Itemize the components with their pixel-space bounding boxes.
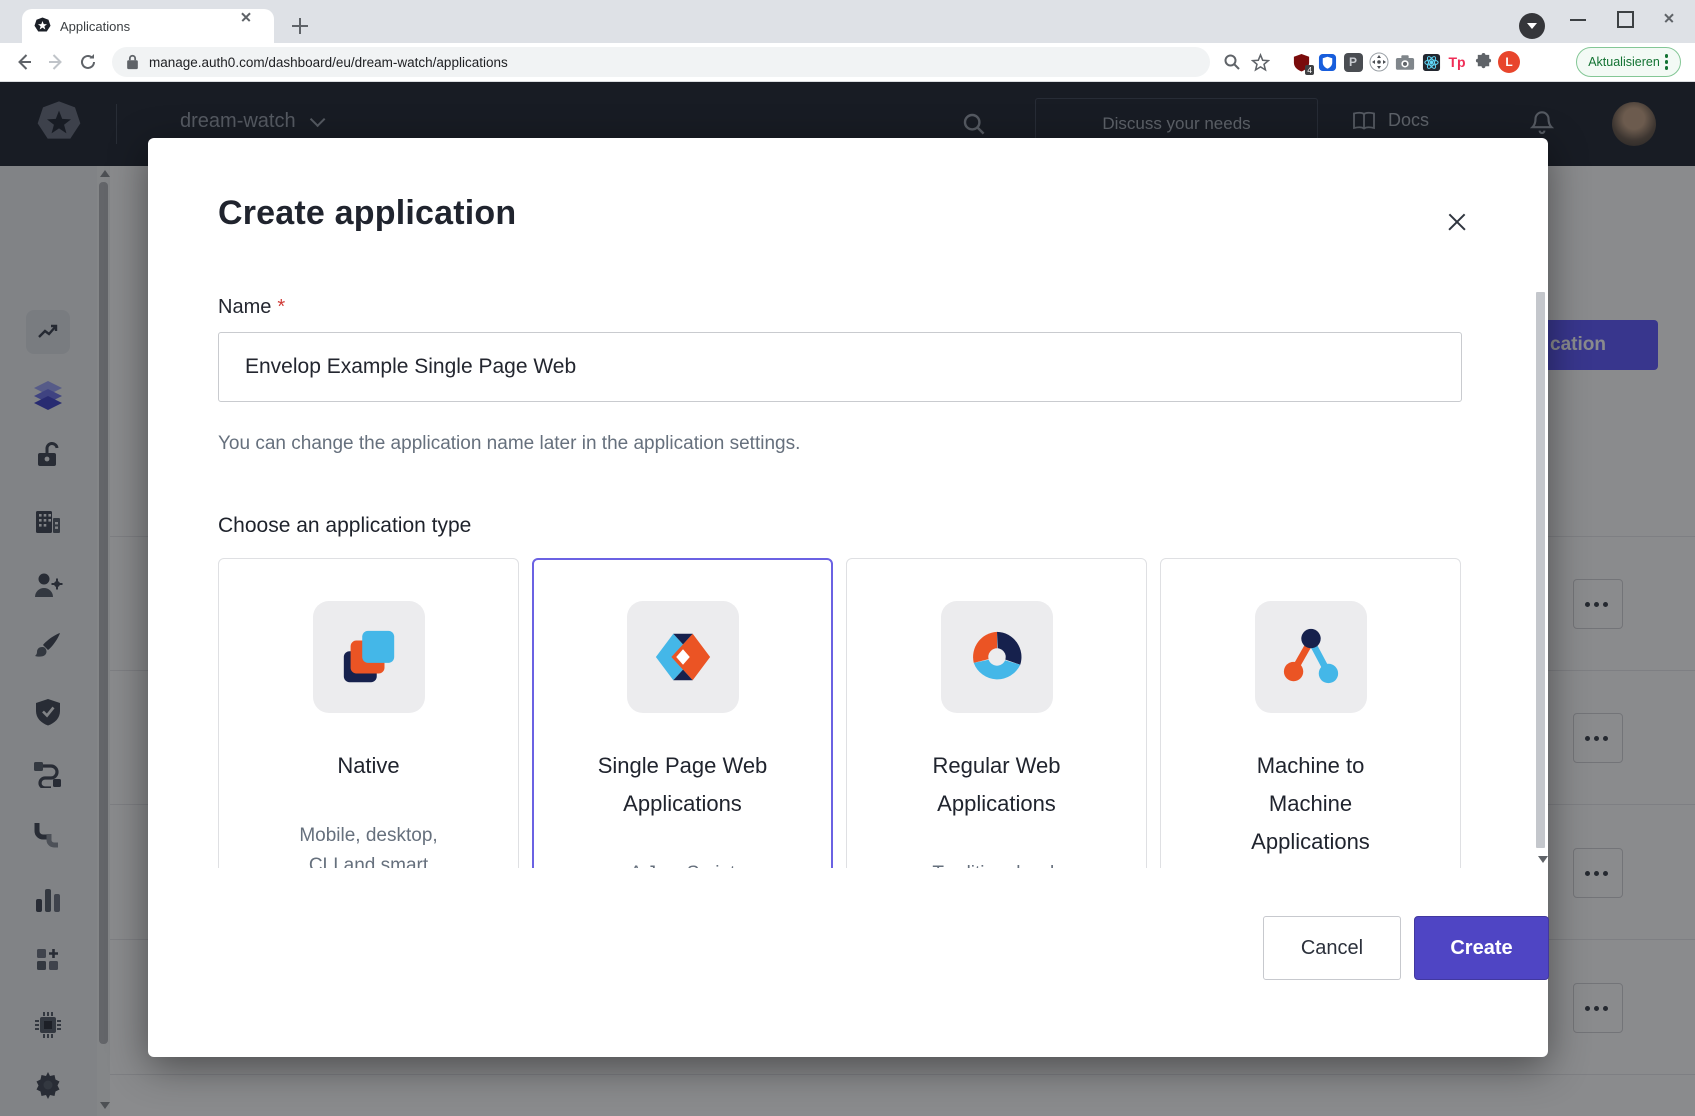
m2m-nodes-icon <box>1280 626 1342 688</box>
p-extension-icon[interactable]: P <box>1340 48 1366 76</box>
window-minimize-button[interactable] <box>1564 4 1594 30</box>
auth0-favicon-icon <box>34 17 51 35</box>
browser-profile-avatar[interactable]: L <box>1496 48 1522 76</box>
modal-scrollbar-thumb[interactable] <box>1536 292 1545 848</box>
application-type-heading: Choose an application type <box>218 514 471 538</box>
tp-extension-icon[interactable]: Tp <box>1444 48 1470 76</box>
extensions-puzzle-icon[interactable] <box>1470 48 1496 76</box>
zoom-indicator-icon[interactable] <box>1218 48 1246 76</box>
native-stack-icon <box>338 626 400 688</box>
window-close-button[interactable] <box>1655 4 1685 30</box>
card-title: Machine to Machine Applications <box>1161 747 1460 861</box>
create-application-modal: Create application Name* You can change … <box>148 138 1548 1057</box>
regular-web-tile <box>941 601 1053 713</box>
ublock-badge: 4 <box>1305 65 1314 75</box>
camera-extension-icon[interactable] <box>1392 48 1418 76</box>
tab-title: Applications <box>60 19 246 34</box>
cancel-button[interactable]: Cancel <box>1263 916 1401 980</box>
app-type-card-machine-to-machine[interactable]: Machine to Machine Applications <box>1160 558 1461 868</box>
reload-button[interactable] <box>74 48 102 76</box>
card-description: A JavaScript <box>534 859 831 868</box>
browser-tab-applications[interactable]: Applications <box>22 9 274 43</box>
application-name-input[interactable] <box>218 332 1462 402</box>
modal-scroll-down-icon[interactable] <box>1538 856 1548 863</box>
forward-button[interactable] <box>42 48 70 76</box>
bitwarden-extension-icon[interactable] <box>1314 48 1340 76</box>
url-text: manage.auth0.com/dashboard/eu/dream-watc… <box>149 55 508 70</box>
address-bar[interactable]: manage.auth0.com/dashboard/eu/dream-watc… <box>112 47 1210 77</box>
lock-icon <box>126 54 139 70</box>
browser-update-menu-button[interactable]: Aktualisieren <box>1576 47 1681 77</box>
m2m-tile <box>1255 601 1367 713</box>
back-button[interactable] <box>10 48 38 76</box>
kebab-menu-icon <box>1665 54 1669 70</box>
name-label: Name* <box>218 296 285 319</box>
create-button[interactable]: Create <box>1414 916 1549 980</box>
browser-toolbar: manage.auth0.com/dashboard/eu/dream-watc… <box>0 43 1695 82</box>
name-help-text: You can change the application name late… <box>218 433 800 455</box>
card-description: Traditional web <box>847 859 1146 868</box>
regular-web-donut-icon <box>966 626 1028 688</box>
card-title: Native <box>219 747 518 785</box>
update-label: Aktualisieren <box>1588 55 1660 69</box>
window-maximize-button[interactable] <box>1610 4 1640 30</box>
app-type-card-native[interactable]: Native Mobile, desktop, CLI and smart <box>218 558 519 868</box>
crosshair-extension-icon[interactable] <box>1366 48 1392 76</box>
required-asterisk: * <box>277 296 285 318</box>
tab-close-icon[interactable] <box>246 17 264 35</box>
modal-footer: Cancel Create <box>148 916 1548 980</box>
card-title: Single Page Web Applications <box>534 747 831 823</box>
card-description: Mobile, desktop, CLI and smart <box>219 821 518 868</box>
ublock-extension-icon[interactable]: 4 <box>1288 48 1314 76</box>
screen: Applications manage.auth0.com/dashboard/… <box>0 0 1695 1116</box>
browser-tabstrip: Applications <box>0 0 1695 43</box>
extensions-area: 4 P Tp L <box>1288 48 1522 76</box>
tab-search-button[interactable] <box>1519 13 1545 39</box>
modal-title: Create application <box>218 194 516 233</box>
spa-tile <box>627 601 739 713</box>
app-type-card-regular-web[interactable]: Regular Web Applications Traditional web <box>846 558 1147 868</box>
bookmark-star-icon[interactable] <box>1246 48 1274 76</box>
card-title: Regular Web Applications <box>847 747 1146 823</box>
react-devtools-extension-icon[interactable] <box>1418 48 1444 76</box>
modal-close-button[interactable] <box>1435 200 1479 244</box>
application-type-scroll-area: Native Mobile, desktop, CLI and smart <box>218 558 1462 868</box>
app-type-card-single-page-web[interactable]: Single Page Web Applications A JavaScrip… <box>532 558 833 868</box>
spa-diamonds-icon <box>652 626 714 688</box>
new-tab-button[interactable] <box>288 14 312 38</box>
native-tile <box>313 601 425 713</box>
